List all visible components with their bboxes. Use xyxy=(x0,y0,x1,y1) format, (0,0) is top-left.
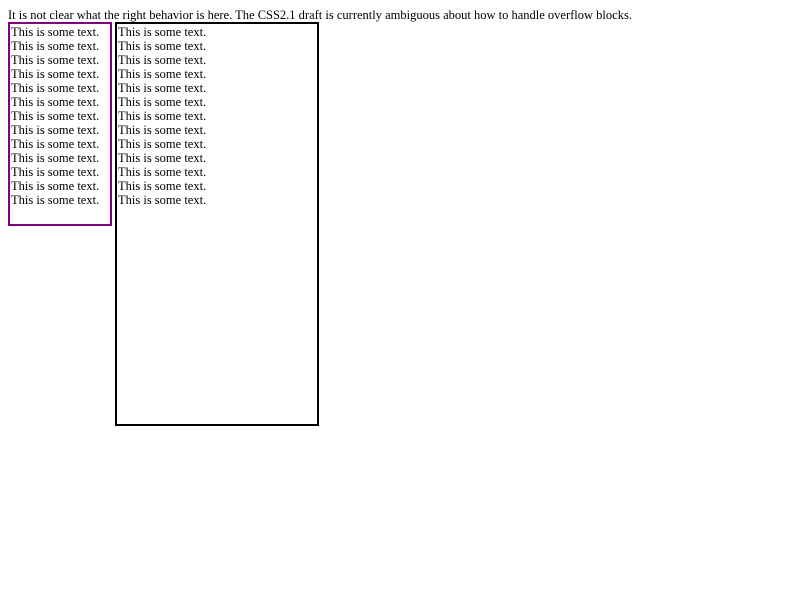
text-line: This is some text. xyxy=(11,137,100,151)
text-line: This is some text. xyxy=(11,165,100,179)
intro-paragraph: It is not clear what the right behavior … xyxy=(8,8,632,22)
text-line: This is some text. xyxy=(118,81,207,95)
text-line: This is some text. xyxy=(118,67,207,81)
text-line: This is some text. xyxy=(11,39,100,53)
text-line: This is some text. xyxy=(118,123,207,137)
text-line: This is some text. xyxy=(11,109,100,123)
black-overflow-box: This is some text. This is some text. Th… xyxy=(115,22,319,426)
text-line: This is some text. xyxy=(118,193,207,207)
text-line: This is some text. xyxy=(11,193,100,207)
text-line: This is some text. xyxy=(118,165,207,179)
text-line: This is some text. xyxy=(118,25,207,39)
text-line: This is some text. xyxy=(11,25,100,39)
text-line: This is some text. xyxy=(118,137,207,151)
text-line: This is some text. xyxy=(11,151,100,165)
text-line: This is some text. xyxy=(118,109,207,123)
text-line: This is some text. xyxy=(11,53,100,67)
text-line: This is some text. xyxy=(11,95,100,109)
purple-overflow-box: This is some text. This is some text. Th… xyxy=(8,22,112,226)
text-line: This is some text. xyxy=(118,39,207,53)
text-line: This is some text. xyxy=(118,95,207,109)
text-line: This is some text. xyxy=(118,151,207,165)
text-line: This is some text. xyxy=(11,67,100,81)
text-line: This is some text. xyxy=(118,179,207,193)
text-line: This is some text. xyxy=(11,123,100,137)
text-line: This is some text. xyxy=(118,53,207,67)
text-line: This is some text. xyxy=(11,81,100,95)
text-line: This is some text. xyxy=(11,179,100,193)
